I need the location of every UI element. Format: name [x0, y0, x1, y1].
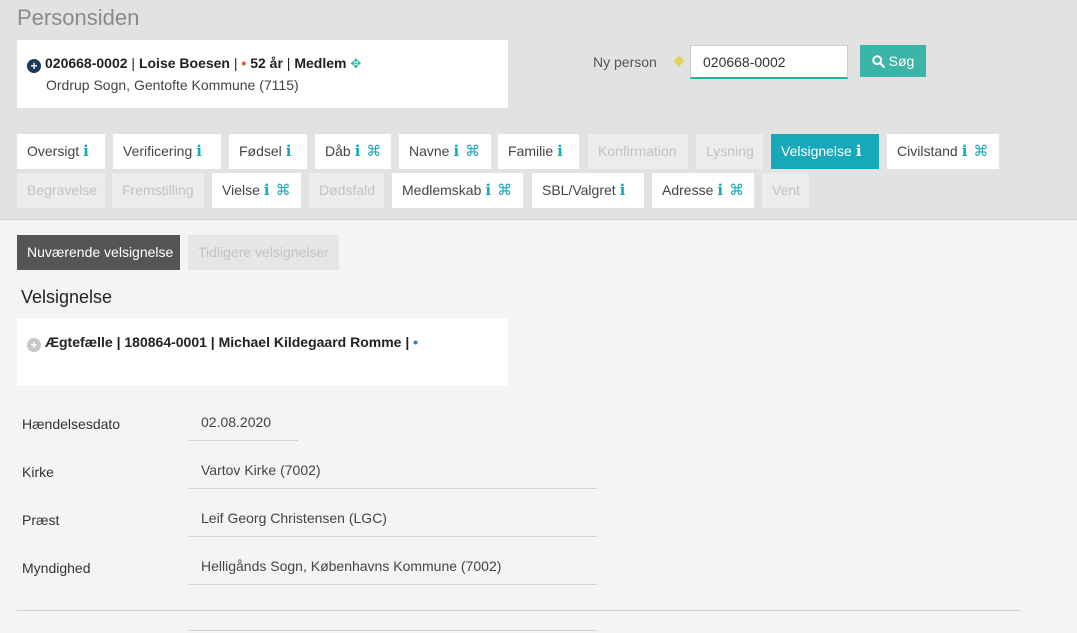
person-card: +020668-0002 | Loise Boesen | • 52 år | …: [17, 40, 508, 108]
search-icon: [871, 54, 885, 68]
command-icon[interactable]: ⌘: [729, 182, 744, 199]
info-icon[interactable]: i: [557, 142, 563, 160]
person-age: 52 år: [250, 55, 283, 71]
spouse-name: Michael Kildegaard Romme: [218, 334, 402, 350]
info-icon[interactable]: i: [962, 142, 968, 160]
tab-oversigt[interactable]: Oversigt i: [17, 134, 105, 169]
male-icon: •: [413, 334, 419, 350]
spouse-cpr: 180864-0001: [124, 334, 207, 350]
expand-person-icon[interactable]: +: [27, 59, 41, 73]
tab-label: Civilstand: [897, 143, 958, 159]
tab-label: Velsignelse: [781, 143, 852, 159]
tab-label: Medlemskab: [402, 182, 482, 198]
spouse-role: Ægtefælle: [45, 334, 113, 350]
new-person-input[interactable]: [690, 45, 848, 79]
field-label-date: Hændelsesdato: [22, 416, 121, 432]
tab-verificering[interactable]: Verificering i: [113, 134, 221, 169]
person-cpr: 020668-0002: [45, 55, 128, 71]
tab-konfirmation: Konfirmation: [588, 134, 688, 169]
expand-spouse-icon[interactable]: +: [27, 338, 41, 352]
female-icon: •: [241, 55, 247, 71]
field-value-date[interactable]: 02.08.2020: [189, 409, 298, 441]
tab-navne[interactable]: Navne i ⌘: [399, 134, 491, 169]
field-label-authority: Myndighed: [22, 560, 91, 576]
tab-civilstand[interactable]: Civilstand i ⌘: [887, 134, 999, 169]
info-icon[interactable]: i: [355, 142, 361, 160]
tab-label: Dødsfald: [319, 182, 376, 198]
tab-sbl-valgret[interactable]: SBL/Valgret i: [532, 173, 644, 208]
search-button[interactable]: Søg: [860, 45, 926, 77]
tab-label: Fremstilling: [122, 182, 194, 198]
tab-label: Navne: [409, 143, 450, 159]
spouse-summary: + Ægtefælle | 180864-0001 | Michael Kilde…: [27, 334, 418, 352]
command-icon[interactable]: ⌘: [973, 143, 988, 160]
tab-fremstilling: Fremstilling: [112, 173, 204, 208]
field-label-priest: Præst: [22, 512, 60, 528]
tab-daab[interactable]: Dåb i ⌘: [315, 134, 391, 169]
tab-medlemskab[interactable]: Medlemskab i ⌘: [392, 173, 523, 208]
tab-adresse[interactable]: Adresse i ⌘: [652, 173, 754, 208]
tab-label: Vent: [772, 182, 801, 198]
info-icon[interactable]: i: [264, 181, 270, 199]
field-value-priest[interactable]: Leif Georg Christensen (LGC): [189, 505, 597, 537]
tab-lysning: Lysning: [696, 134, 763, 169]
info-icon[interactable]: i: [856, 142, 862, 160]
command-icon[interactable]: ⌘: [497, 182, 512, 199]
command-icon[interactable]: ⌘: [465, 143, 480, 160]
info-icon[interactable]: i: [453, 142, 459, 160]
tab-begravelse: Begravelse: [17, 173, 105, 208]
field-label-church: Kirke: [22, 464, 54, 480]
section-title: Velsignelse: [21, 287, 113, 307]
header: Personsiden +020668-0002 | Loise Boesen …: [0, 0, 1077, 220]
handshake-icon: ✥: [350, 56, 362, 71]
tab-vielse[interactable]: Vielse i ⌘: [212, 173, 301, 208]
search-button-label: Søg: [888, 53, 915, 69]
subtab-current-blessing[interactable]: Nuværende velsignelse: [17, 235, 180, 270]
spouse-card: + Ægtefælle | 180864-0001 | Michael Kilde…: [17, 318, 508, 386]
tab-vent: Vent: [762, 173, 809, 208]
person-summary: +020668-0002 | Loise Boesen | • 52 år | …: [27, 55, 361, 73]
info-icon[interactable]: i: [83, 142, 89, 160]
tab-label: Adresse: [662, 182, 714, 198]
info-icon[interactable]: i: [286, 142, 292, 160]
tab-velsignelse[interactable]: Velsignelse i: [771, 134, 879, 169]
tab-label: Dåb: [325, 143, 351, 159]
section-divider: [17, 610, 1021, 611]
tab-label: Konfirmation: [598, 143, 677, 159]
info-icon[interactable]: i: [196, 142, 202, 160]
diamond-icon: [673, 55, 685, 67]
command-icon[interactable]: ⌘: [366, 143, 381, 160]
field-underline: [189, 630, 597, 631]
field-value-church[interactable]: Vartov Kirke (7002): [189, 457, 597, 489]
tab-label: Verificering: [123, 143, 193, 159]
person-name: Loise Boesen: [138, 55, 230, 71]
new-person-label: Ny person: [593, 54, 657, 70]
tab-label: Oversigt: [27, 143, 80, 159]
command-icon[interactable]: ⌘: [276, 182, 291, 199]
tab-label: Vielse: [222, 182, 260, 198]
tab-label: SBL/Valgret: [542, 182, 616, 198]
tab-label: Lysning: [706, 143, 754, 159]
tab-familie[interactable]: Familie i: [498, 134, 579, 169]
info-icon[interactable]: i: [717, 181, 723, 199]
page-title: Personsiden: [17, 5, 140, 30]
tab-label: Fødsel: [239, 143, 282, 159]
info-icon[interactable]: i: [620, 181, 626, 199]
person-parish: Ordrup Sogn, Gentofte Kommune (7115): [46, 77, 299, 93]
tab-doedsfald: Dødsfald: [309, 173, 384, 208]
tab-label: Familie: [508, 143, 554, 159]
field-value-authority[interactable]: Helligånds Sogn, Københavns Kommune (700…: [189, 553, 597, 585]
person-status: Medlem: [294, 55, 347, 71]
tab-foedsel[interactable]: Fødsel i: [229, 134, 307, 169]
subtab-previous-blessings: Tidligere velsignelser: [188, 235, 339, 270]
tab-label: Begravelse: [27, 182, 98, 198]
info-icon[interactable]: i: [485, 181, 491, 199]
